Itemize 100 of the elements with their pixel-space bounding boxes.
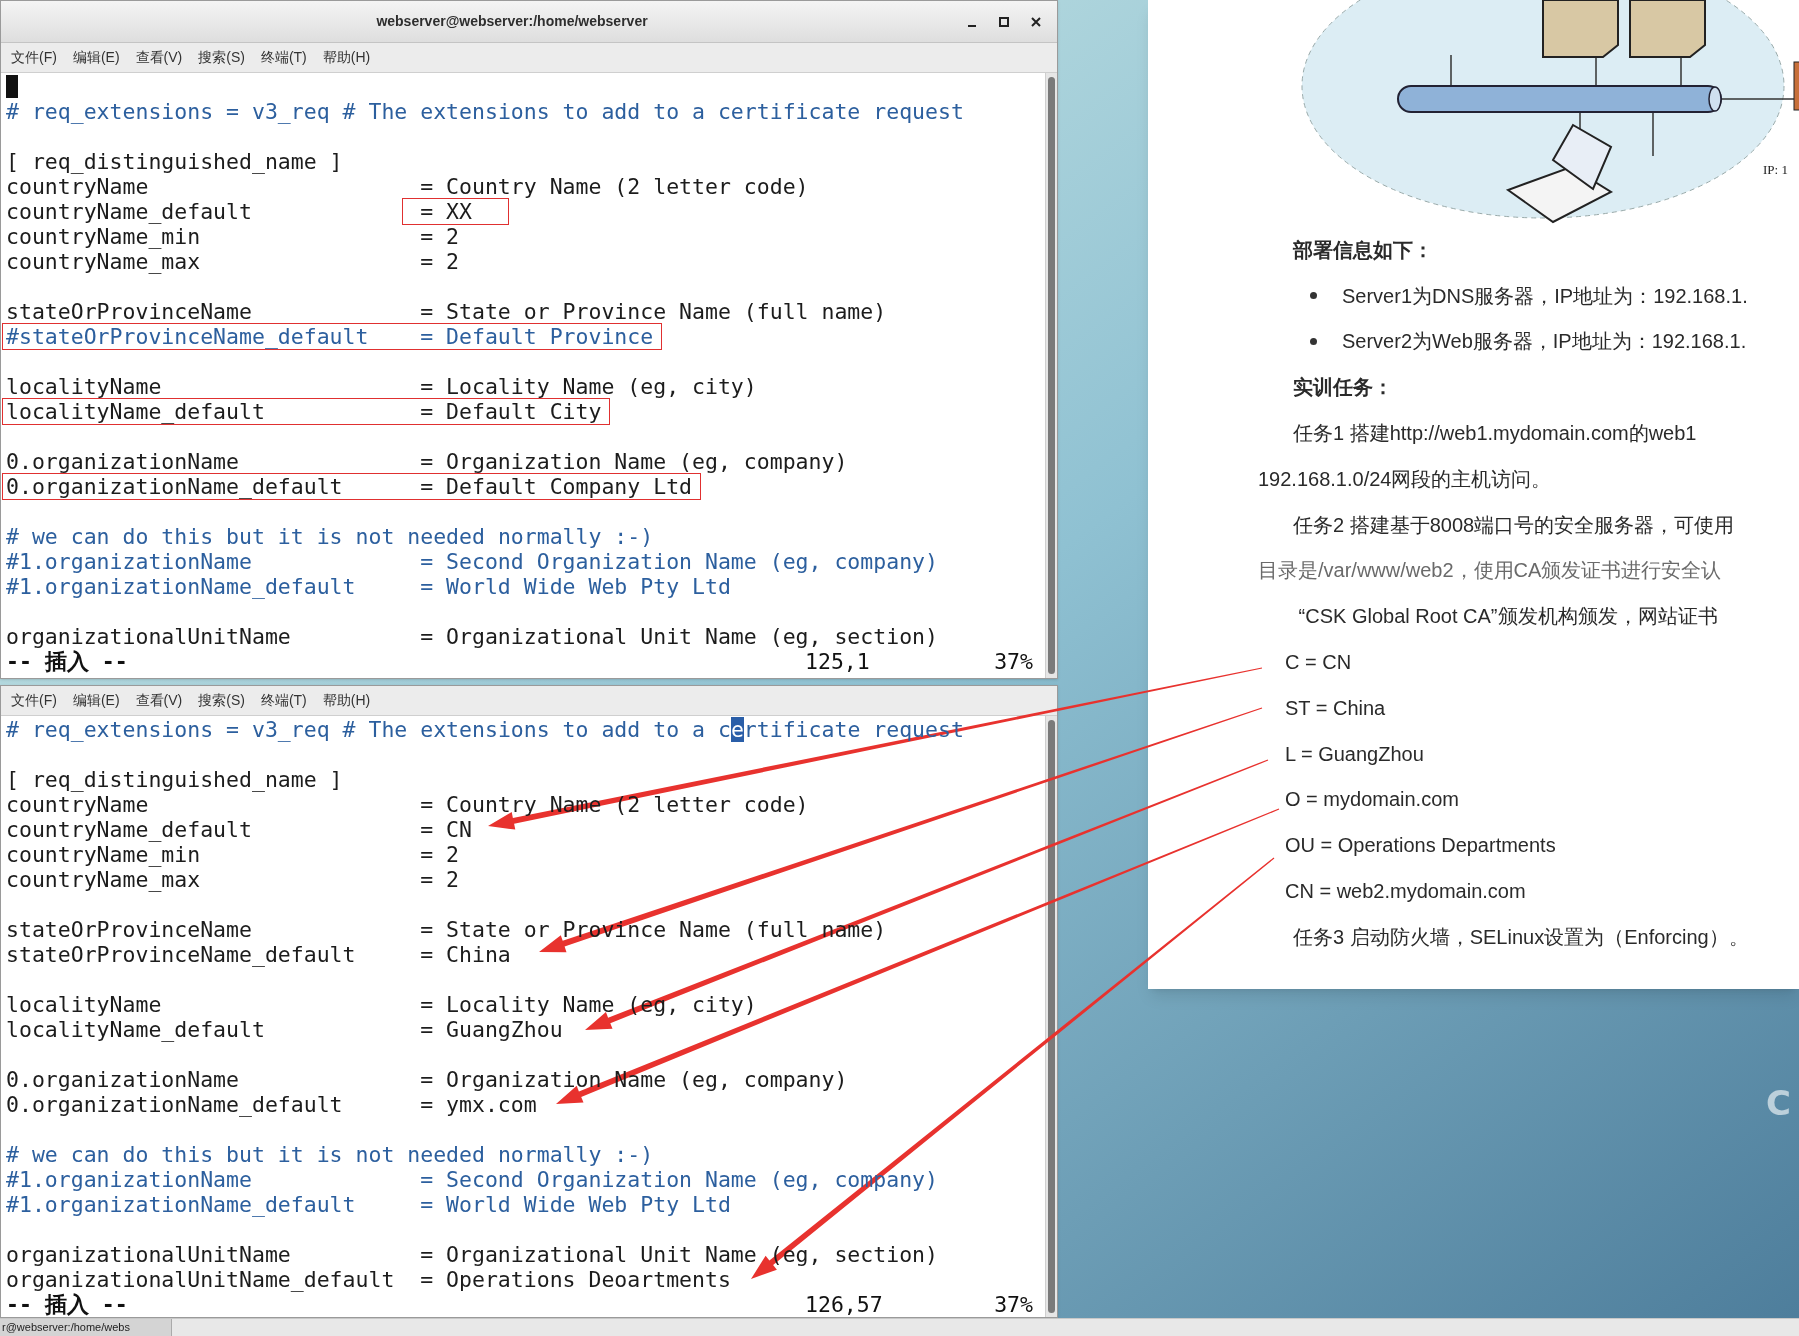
menu-item[interactable]: 编辑(E): [70, 47, 122, 68]
text-cursor: e: [730, 717, 744, 742]
paragraph-text: 任务3 启动防火墙，SELinux设置为（Enforcing）。: [1293, 924, 1749, 950]
config-value: = Organization Name (eg, company): [420, 449, 848, 474]
menu-item[interactable]: 查看(V): [133, 47, 185, 68]
window-title: webserver@webserver:/home/webserver: [375, 12, 649, 31]
config-value: = Default Company Ltd: [420, 474, 693, 499]
text-cursor: [6, 75, 18, 98]
config-value: = Operations Deoartments: [420, 1267, 731, 1292]
config-key: localityName_default: [6, 399, 421, 424]
scroll-percent: 37%: [993, 649, 1033, 674]
config-key: #1.organizationName: [6, 549, 421, 574]
code-line: # req_extensions = v3_req # The extensions to add to a c: [6, 717, 731, 742]
list-item-text: Server2为Web服务器，IP地址为：192.168.1.: [1342, 329, 1747, 355]
cursor-position: 126,57: [805, 1292, 884, 1317]
config-key: 0.organizationName: [6, 449, 421, 474]
config-key: localityName_default: [6, 1017, 421, 1042]
code-line: # we can do this but it is not needed normally :-): [6, 524, 654, 549]
config-key: 0.organizationName: [6, 1067, 421, 1092]
menu-item[interactable]: 帮助(H): [320, 47, 373, 68]
config-value: = 2: [420, 842, 460, 867]
config-value: = Country Name (2 letter code): [420, 174, 809, 199]
config-key: stateOrProvinceName_default: [6, 942, 421, 967]
config-value: = CN: [420, 817, 472, 842]
list-item-text: Server1为DNS服务器，IP地址为：192.168.1.: [1342, 283, 1748, 309]
config-key: countryName_min: [6, 224, 421, 249]
config-key: countryName: [6, 792, 421, 817]
config-key: countryName_max: [6, 867, 421, 892]
paragraph-text: “CSK Global Root CA”颁发机构颁发，网站证书: [1297, 604, 1718, 630]
config-value: = ymx.com: [420, 1092, 537, 1117]
taskbar-item[interactable]: r@webserver:/home/webs: [0, 1319, 172, 1336]
section-heading: 实训任务：: [1293, 375, 1393, 401]
menu-item[interactable]: 编辑(E): [70, 690, 122, 711]
config-value: = 2: [420, 867, 460, 892]
config-value: = State or Province Name (full name): [420, 299, 887, 324]
menu-item[interactable]: 搜索(S): [196, 47, 247, 68]
config-key: localityName: [6, 992, 421, 1017]
paragraph-text: 目录是/var/www/web2，使用CA颁发证书进行安全认: [1258, 558, 1722, 584]
config-key: localityName: [6, 374, 421, 399]
config-key: 0.organizationName_default: [6, 474, 421, 499]
menu-item[interactable]: 终端(T): [258, 47, 309, 68]
config-value: = XX: [420, 199, 472, 224]
certificate-field: ST = China: [1285, 692, 1386, 723]
menu-item[interactable]: 文件(F): [9, 47, 59, 68]
code-line: [ req_distinguished_name ]: [6, 149, 343, 174]
config-key: countryName_default: [6, 199, 421, 224]
config-key: organizationalUnitName: [6, 624, 421, 649]
config-key: #1.organizationName: [6, 1167, 421, 1192]
certificate-field: L = GuangZhou: [1285, 738, 1424, 769]
bullet-icon: [1310, 338, 1317, 345]
config-value: = GuangZhou: [420, 1017, 563, 1042]
config-key: #1.organizationName_default: [6, 574, 421, 599]
paragraph-text: 192.168.1.0/24网段的主机访问。: [1258, 466, 1552, 492]
menu-item[interactable]: 查看(V): [133, 690, 185, 711]
config-value: = Organizational Unit Name (eg, section): [420, 624, 938, 649]
scrollbar[interactable]: [1045, 73, 1057, 678]
config-value: = Second Organization Name (eg, company): [420, 549, 938, 574]
code-line: # req_extensions = v3_req # The extensions to add to a certificate request: [6, 99, 964, 124]
scrollbar[interactable]: [1045, 716, 1057, 1317]
mode-indicator: -- 插入 --: [6, 649, 129, 674]
config-key: stateOrProvinceName: [6, 299, 421, 324]
config-value: = Locality Name (eg, city): [420, 374, 757, 399]
certificate-field: C = CN: [1285, 647, 1352, 678]
config-key: stateOrProvinceName: [6, 917, 421, 942]
code-line: rtificate request: [743, 717, 964, 742]
config-value: = World Wide Web Pty Ltd: [420, 574, 731, 599]
mode-indicator: -- 插入 --: [6, 1292, 128, 1317]
config-key: 0.organizationName_default: [6, 1092, 421, 1117]
section-heading: 部署信息如下：: [1293, 237, 1433, 263]
certificate-field: CN = web2.mydomain.com: [1285, 876, 1526, 907]
paragraph-text: 任务2 搭建基于8008端口号的安全服务器，可使用: [1293, 512, 1735, 538]
config-value: = Default City: [420, 399, 602, 424]
menu-item[interactable]: 帮助(H): [320, 690, 373, 711]
menu-item[interactable]: 终端(T): [258, 690, 309, 711]
config-key: countryName: [6, 174, 421, 199]
config-value: = China: [420, 942, 511, 967]
code-line: # we can do this but it is not needed normally :-): [6, 1142, 654, 1167]
config-key: #stateOrProvinceName_default: [6, 324, 421, 349]
config-value: = Organization Name (eg, company): [420, 1067, 848, 1092]
code-line: [ req_distinguished_name ]: [6, 767, 343, 792]
config-key: #1.organizationName_default: [6, 1192, 421, 1217]
config-value: = Default Province: [420, 324, 654, 349]
config-value: = 2: [420, 249, 460, 274]
config-value: = World Wide Web Pty Ltd: [420, 1192, 731, 1217]
cursor-position: 125,1: [805, 649, 871, 674]
desktop-logo-text: C: [1766, 1082, 1791, 1125]
config-key: countryName_min: [6, 842, 421, 867]
menu-item[interactable]: 搜索(S): [196, 690, 247, 711]
config-value: = 2: [420, 224, 460, 249]
config-key: organizationalUnitName_default: [6, 1267, 421, 1292]
bullet-icon: [1310, 292, 1317, 300]
scroll-percent: 37%: [993, 1292, 1033, 1317]
config-key: countryName_default: [6, 817, 421, 842]
menu-item[interactable]: 文件(F): [9, 690, 59, 711]
paragraph-text: 任务1 搭建http://web1.mydomain.com的web1: [1293, 421, 1697, 447]
config-key: organizationalUnitName: [6, 1242, 421, 1267]
certificate-field: O = mydomain.com: [1285, 784, 1459, 815]
diagram-label: IP: 1: [1763, 161, 1788, 179]
config-key: countryName_max: [6, 249, 421, 274]
certificate-field: OU = Operations Departments: [1285, 830, 1556, 861]
